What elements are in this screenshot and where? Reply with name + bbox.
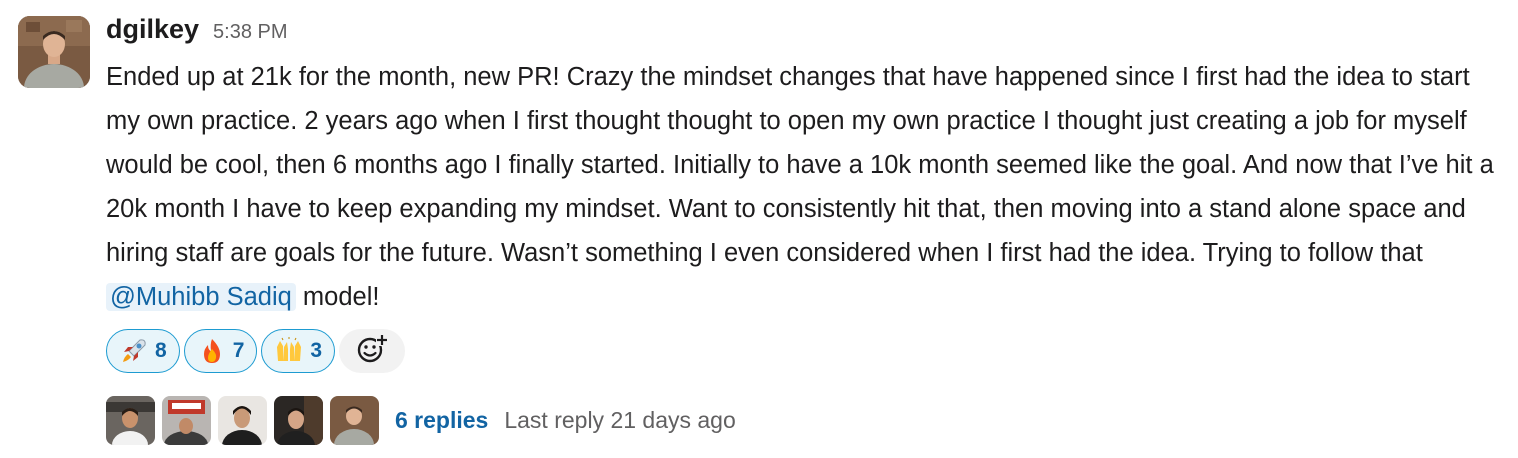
add-reaction-button[interactable] xyxy=(339,329,406,373)
timestamp[interactable]: 5:38 PM xyxy=(213,21,287,44)
replies-link[interactable]: 6 replies xyxy=(395,407,488,434)
reaction-rocket[interactable]: 8 xyxy=(106,329,180,373)
reaction-fire[interactable]: 7 xyxy=(183,329,258,373)
participant-avatar[interactable] xyxy=(218,395,267,445)
reactions-bar: 8 7 3 xyxy=(106,327,1506,375)
rocket-icon xyxy=(119,336,149,366)
thread-summary[interactable]: 6 replies Last reply 21 days ago xyxy=(106,395,1506,445)
reaction-count: 8 xyxy=(155,339,167,362)
participant-avatar[interactable] xyxy=(330,395,379,445)
participant-avatar[interactable] xyxy=(274,395,323,445)
user-mention[interactable]: @Muhibb Sadiq xyxy=(106,283,296,311)
message-body: Ended up at 21k for the month, new PR! C… xyxy=(106,55,1508,319)
thread-participants xyxy=(106,395,379,445)
message-text-end: model! xyxy=(295,283,380,311)
fire-icon xyxy=(197,336,227,366)
message: dgilkey 5:38 PM Ended up at 21k for the … xyxy=(0,0,1518,458)
participant-avatar[interactable] xyxy=(162,395,211,445)
message-header: dgilkey 5:38 PM xyxy=(106,14,1506,52)
reaction-count: 7 xyxy=(232,339,245,362)
reaction-count: 3 xyxy=(310,339,323,362)
raised-hands-icon xyxy=(274,336,304,366)
last-reply-text: Last reply 21 days ago xyxy=(504,406,736,433)
username[interactable]: dgilkey xyxy=(106,14,199,45)
user-avatar[interactable] xyxy=(18,16,90,88)
message-content: dgilkey 5:38 PM Ended up at 21k for the … xyxy=(106,14,1506,445)
participant-avatar[interactable] xyxy=(106,395,155,445)
add-reaction-icon xyxy=(356,333,389,369)
message-text: Ended up at 21k for the month, new PR! C… xyxy=(106,63,1494,267)
reaction-raised-hands[interactable]: 3 xyxy=(261,329,336,373)
